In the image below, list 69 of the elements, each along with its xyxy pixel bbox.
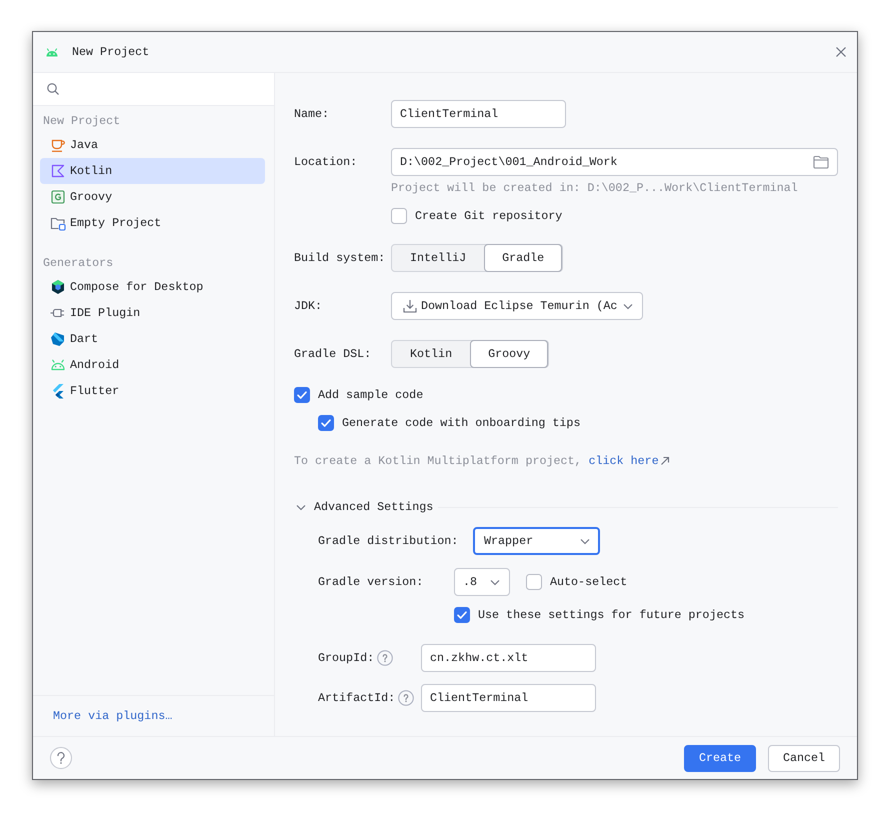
search-icon xyxy=(47,83,59,95)
window-title: New Project xyxy=(72,45,150,59)
create-button[interactable]: Create xyxy=(684,744,756,772)
checkbox[interactable] xyxy=(526,574,542,590)
field-label: Build system: xyxy=(294,251,386,265)
checkbox-label: Use these settings for future projects xyxy=(478,608,745,622)
section-heading: New Project xyxy=(42,113,122,130)
sidebar-item[interactable]: Empty Project xyxy=(40,210,265,236)
field-label: Name: xyxy=(294,107,330,121)
chevrons-icon xyxy=(50,383,66,399)
robot-head-icon xyxy=(46,48,58,56)
sidebar-item[interactable]: Dart xyxy=(40,326,265,352)
folder-icon[interactable] xyxy=(813,155,829,169)
sidebar-item[interactable]: IDE Plugin xyxy=(40,300,265,326)
checkbox-label: Create Git repository xyxy=(415,209,562,223)
diamond-icon xyxy=(50,331,66,347)
g-square-icon xyxy=(50,189,66,205)
cup-icon xyxy=(50,137,66,153)
gradle-version-dropdown[interactable]: .8 xyxy=(454,568,510,596)
checkbox-label: Generate code with onboarding tips xyxy=(342,416,580,430)
jdk-dropdown[interactable]: Download Eclipse Temurin (Ac xyxy=(391,292,643,320)
cancel-button[interactable]: Cancel xyxy=(768,744,840,772)
sidebar-item[interactable]: Android xyxy=(40,352,265,378)
segment-option[interactable]: Kotlin xyxy=(392,340,470,368)
download-icon xyxy=(403,299,417,313)
more-plugins-link[interactable]: More via plugins… xyxy=(53,709,172,723)
sidebar-item[interactable]: Java xyxy=(40,132,265,158)
search-field[interactable] xyxy=(33,73,274,106)
gradle-dsl-toggle[interactable]: Kotlin Groovy xyxy=(391,340,550,368)
checkbox[interactable] xyxy=(454,607,470,623)
checkbox-label: Add sample code xyxy=(318,388,424,402)
field-label: JDK: xyxy=(294,299,324,313)
section-heading: Generators xyxy=(42,255,114,272)
group-id-field[interactable]: cn.zkhw.ct.xlt xyxy=(421,644,596,672)
checkbox-label: Auto-select xyxy=(550,575,628,589)
segment-option[interactable]: Groovy xyxy=(470,340,548,368)
location-hint: Project will be created in: D:\002_P...Work\ClientTerminal xyxy=(391,180,799,196)
sidebar-item[interactable]: Groovy xyxy=(40,184,265,210)
advanced-settings-toggle[interactable]: Advanced Settings xyxy=(295,500,434,514)
field-label: Gradle distribution: xyxy=(318,534,460,548)
external-link-icon xyxy=(660,456,670,466)
question-mark-icon xyxy=(57,752,65,764)
hexagon-icon xyxy=(50,279,66,295)
name-field[interactable]: ClientTerminal xyxy=(391,100,566,128)
checkbox[interactable] xyxy=(391,208,407,224)
segment-option[interactable]: Gradle xyxy=(484,244,562,272)
close-icon[interactable] xyxy=(836,47,846,57)
checkbox[interactable] xyxy=(318,415,334,431)
field-label: ArtifactId: xyxy=(318,691,396,705)
multiplatform-note: To create a Kotlin Multiplatform project, click here xyxy=(294,453,838,469)
sidebar-item[interactable]: Flutter xyxy=(40,378,265,404)
field-label: Location: xyxy=(294,155,358,169)
robot-head-icon xyxy=(50,357,66,373)
build-system-toggle[interactable]: IntelliJ Gradle xyxy=(391,244,564,272)
checkbox[interactable] xyxy=(294,387,310,403)
sidebar-item[interactable]: Kotlin xyxy=(40,158,265,184)
sidebar-item[interactable]: Compose for Desktop xyxy=(40,274,265,300)
gradle-distribution-dropdown[interactable]: Wrapper xyxy=(473,527,600,555)
segment-option[interactable]: IntelliJ xyxy=(392,244,484,272)
help-icon[interactable] xyxy=(398,690,414,706)
field-label: Gradle version: xyxy=(318,575,424,589)
field-label: Gradle DSL: xyxy=(294,347,372,361)
location-field[interactable]: D:\002_Project\001_Android_Work xyxy=(391,148,838,176)
click-here-link[interactable]: click here xyxy=(588,453,670,469)
help-icon[interactable] xyxy=(377,650,394,666)
folder-icon xyxy=(50,215,66,231)
help-button[interactable] xyxy=(50,747,72,769)
field-label: GroupId: xyxy=(318,651,374,665)
artifact-id-field[interactable]: ClientTerminal xyxy=(421,684,596,712)
